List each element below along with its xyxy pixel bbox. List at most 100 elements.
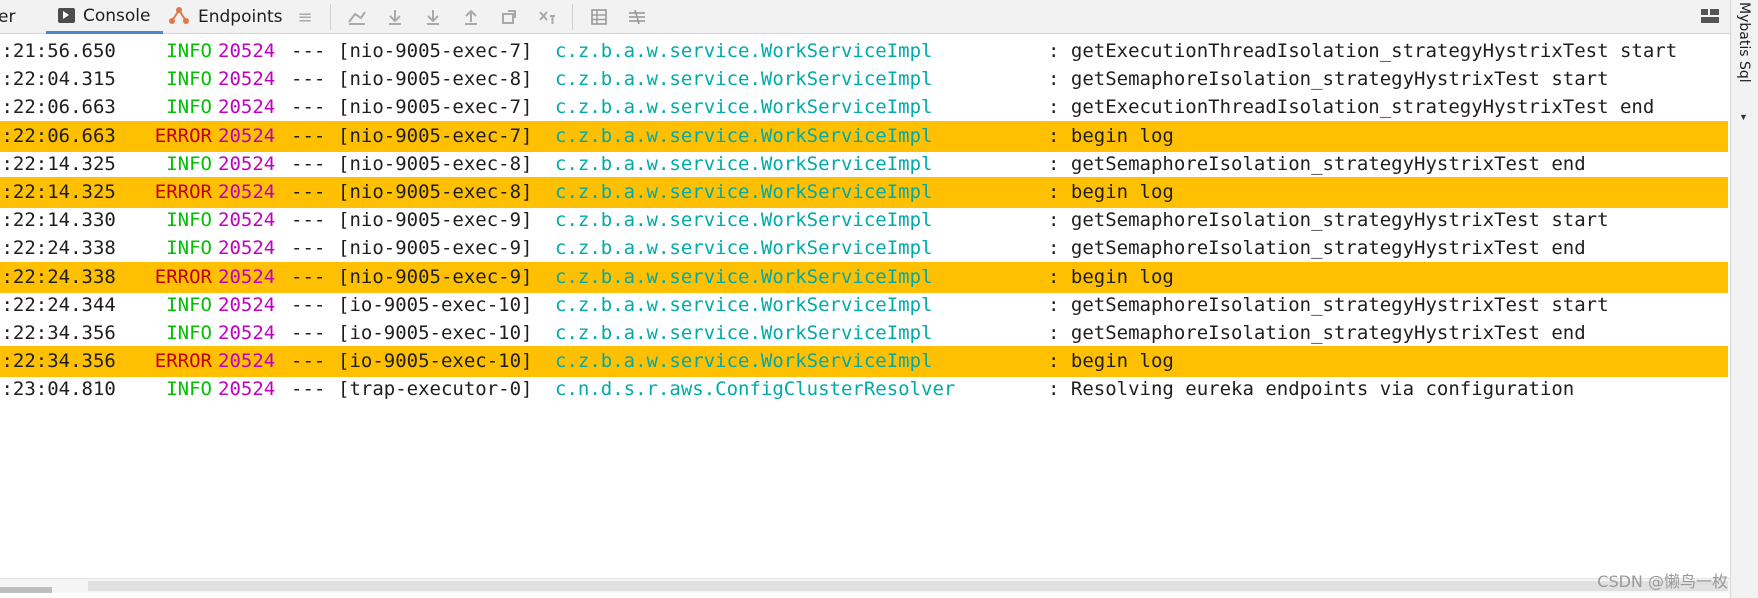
log-separator: --- <box>291 209 326 232</box>
log-thread: [io-9005-exec-10] <box>338 350 533 373</box>
tab-console[interactable]: Console <box>46 0 163 34</box>
log-logger: c.z.b.a.w.service.WorkServiceImpl <box>555 265 933 288</box>
log-timestamp: 2:22:14.325 <box>0 181 116 203</box>
layout-icon[interactable] <box>1700 6 1720 26</box>
log-line: 2:22:14.325 INFO 20524 --- [nio-9005-exec-8]… <box>0 149 1728 180</box>
log-separator: --- <box>291 124 326 147</box>
log-message: : begin log <box>1048 124 1174 147</box>
log-line: 2:22:14.325 ERROR 20524 --- [nio-9005-exec-8… <box>0 177 1728 208</box>
log-separator: --- <box>291 152 326 175</box>
log-thread: [nio-9005-exec-9] <box>338 237 533 260</box>
log-separator: --- <box>291 293 326 316</box>
log-line: 2:22:04.315 INFO 20524 --- [nio-9005-exec-8]… <box>0 64 1728 95</box>
scroll-to-end-icon[interactable] <box>382 4 408 30</box>
download-icon[interactable] <box>420 4 446 30</box>
log-pid: 20524 <box>218 378 276 401</box>
log-logger: c.z.b.a.w.service.WorkServiceImpl <box>555 209 933 232</box>
log-level: INFO <box>166 40 212 62</box>
log-level: INFO <box>166 293 212 316</box>
log-line: 2:22:34.356 INFO 20524 --- [io-9005-exec-10]… <box>0 318 1728 349</box>
log-separator: --- <box>291 68 326 91</box>
restore-icon[interactable] <box>496 4 522 30</box>
log-thread: [nio-9005-exec-7] <box>338 124 533 147</box>
log-pid: 20524 <box>218 293 276 316</box>
log-thread: [io-9005-exec-10] <box>338 322 533 344</box>
log-timestamp: 2:22:34.356 <box>0 322 116 344</box>
tab-partial[interactable]: er <box>0 0 15 34</box>
soft-wrap-icon[interactable] <box>344 4 370 30</box>
log-message: : begin log <box>1048 265 1174 288</box>
log-level: ERROR <box>154 265 212 288</box>
log-logger: c.z.b.a.w.service.WorkServiceImpl <box>555 124 933 147</box>
log-level: ERROR <box>154 124 212 147</box>
log-pid: 20524 <box>218 265 276 288</box>
log-thread: [nio-9005-exec-9] <box>338 265 533 288</box>
log-pid: 20524 <box>218 322 276 344</box>
log-level: INFO <box>166 209 212 232</box>
log-level: INFO <box>166 378 212 401</box>
log-pid: 20524 <box>218 152 276 175</box>
log-separator: --- <box>291 237 326 260</box>
right-side-panel: Mybatis Sql ▼ <box>1730 0 1758 598</box>
log-separator: --- <box>291 322 326 344</box>
tab-endpoints-label: Endpoints <box>198 7 283 27</box>
log-timestamp: 2:22:06.663 <box>0 124 116 147</box>
table-icon[interactable] <box>586 4 612 30</box>
log-separator: --- <box>291 40 326 62</box>
log-timestamp: 2:22:14.330 <box>0 209 116 232</box>
log-timestamp: 2:22:04.315 <box>0 68 116 91</box>
scrollbar-left-indicator <box>0 587 52 593</box>
log-logger: c.z.b.a.w.service.WorkServiceImpl <box>555 237 933 260</box>
horizontal-scrollbar[interactable] <box>0 578 1730 593</box>
log-logger: c.z.b.a.w.service.WorkServiceImpl <box>555 322 933 344</box>
chevron-down-icon[interactable]: ▼ <box>1739 112 1748 122</box>
log-line: 2:22:06.663 INFO 20524 --- [nio-9005-exec-7]… <box>0 92 1728 123</box>
log-separator: --- <box>291 96 326 119</box>
log-message: : begin log <box>1048 181 1174 203</box>
log-line: 2:22:24.338 ERROR 20524 --- [nio-9005-exec-9… <box>0 261 1728 293</box>
log-timestamp: 2:22:06.663 <box>0 96 116 119</box>
log-message: : getSemaphoreIsolation_strategyHystrixT… <box>1048 152 1586 175</box>
log-timestamp: 2:22:24.344 <box>0 293 116 316</box>
log-message: : getExecutionThreadIsolation_strategyHy… <box>1048 40 1678 62</box>
log-thread: [nio-9005-exec-7] <box>338 96 533 119</box>
toolbar-divider <box>572 4 573 30</box>
log-timestamp: 2:22:24.338 <box>0 237 116 260</box>
log-thread: [io-9005-exec-10] <box>338 293 533 316</box>
log-separator: --- <box>291 350 326 373</box>
mybatis-sql-tab[interactable]: Mybatis Sql <box>1736 2 1752 83</box>
console-toolbar: er Console Endpoints ≡ <box>0 0 1730 34</box>
log-line: 2:22:24.338 INFO 20524 --- [nio-9005-exec-9]… <box>0 233 1728 264</box>
upload-icon[interactable] <box>458 4 484 30</box>
log-separator: --- <box>291 265 326 288</box>
log-message: : begin log <box>1048 350 1174 373</box>
log-thread: [nio-9005-exec-7] <box>338 40 533 62</box>
log-timestamp: 2:22:24.338 <box>0 265 116 288</box>
log-line: 2:21:56.650 INFO 20524 --- [nio-9005-exec-7]… <box>0 36 1728 67</box>
log-pid: 20524 <box>218 237 276 260</box>
log-thread: [nio-9005-exec-9] <box>338 209 533 232</box>
log-logger: c.n.d.s.r.aws.ConfigClusterResolver <box>555 378 956 401</box>
log-pid: 20524 <box>218 68 276 91</box>
log-pid: 20524 <box>218 40 276 62</box>
log-level: INFO <box>166 322 212 344</box>
log-line: 2:22:14.330 INFO 20524 --- [nio-9005-exec-9]… <box>0 205 1728 236</box>
menu-lines-icon[interactable]: ≡ <box>292 4 318 30</box>
log-logger: c.z.b.a.w.service.WorkServiceImpl <box>555 350 933 373</box>
settings-lines-icon[interactable] <box>624 4 650 30</box>
scrollbar-thumb[interactable] <box>88 581 1728 591</box>
log-separator: --- <box>291 378 326 401</box>
tab-partial-label: er <box>0 7 16 27</box>
log-timestamp: 2:22:34.356 <box>0 350 116 373</box>
log-thread: [trap-executor-0] <box>338 378 533 401</box>
clear-icon[interactable] <box>534 4 560 30</box>
log-pid: 20524 <box>218 209 276 232</box>
log-timestamp: 2:23:04.810 <box>0 378 116 401</box>
console-output[interactable]: 2:21:56.650 INFO 20524 --- [nio-9005-exec-7]… <box>0 36 1728 576</box>
tab-endpoints[interactable]: Endpoints <box>168 0 283 34</box>
log-timestamp: 2:21:56.650 <box>0 40 116 62</box>
log-level: ERROR <box>154 350 212 373</box>
log-level: INFO <box>166 237 212 260</box>
log-line: 2:23:04.810 INFO 20524 --- [trap-executor-0]… <box>0 374 1728 405</box>
log-line: 2:22:34.356 ERROR 20524 --- [io-9005-exec-10… <box>0 346 1728 378</box>
